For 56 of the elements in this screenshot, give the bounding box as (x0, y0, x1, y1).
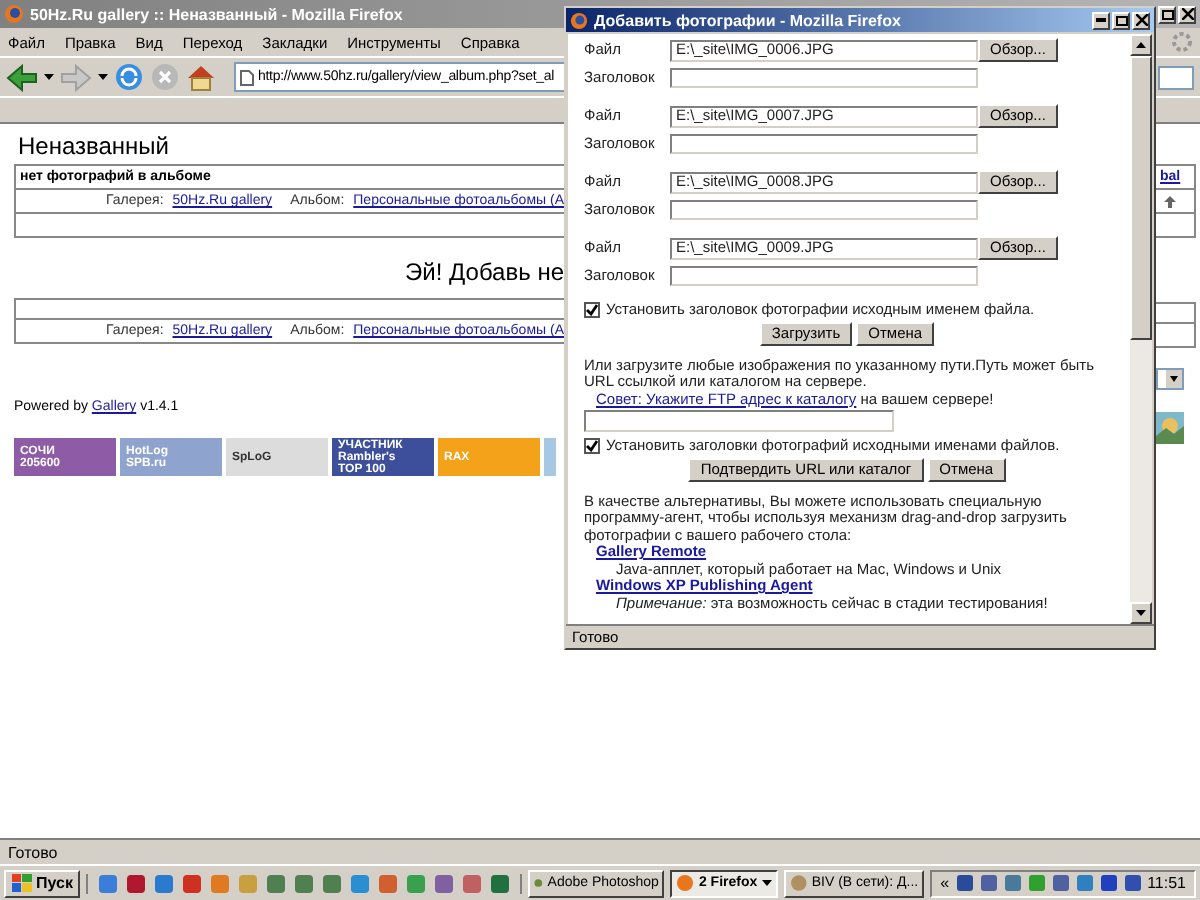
app-icon[interactable] (406, 873, 427, 893)
status-text: Готово (8, 843, 58, 861)
windows-logo-icon (12, 874, 32, 892)
app-icon[interactable] (490, 873, 511, 893)
close-button[interactable] (1178, 5, 1196, 23)
throbber-icon (1172, 32, 1192, 52)
back-icon[interactable] (6, 63, 38, 91)
app-icon[interactable] (126, 873, 147, 893)
browser-icon (570, 11, 588, 29)
app-icon (676, 874, 695, 892)
page-icon (240, 69, 254, 85)
caption-field[interactable] (670, 200, 978, 220)
app-icon[interactable] (154, 873, 175, 893)
checkbox[interactable] (584, 438, 600, 455)
app-icon[interactable] (294, 873, 315, 893)
caption-field[interactable] (670, 68, 978, 88)
url-field[interactable] (584, 410, 894, 432)
app-icon[interactable] (182, 873, 203, 893)
clock: 11:51 (1147, 874, 1186, 892)
minimize-icon (1096, 18, 1106, 22)
app-icon[interactable] (322, 873, 343, 893)
browser-icon (4, 4, 24, 24)
scrollbar[interactable] (1130, 34, 1152, 624)
caret-icon (1136, 610, 1146, 616)
close-button[interactable] (1132, 11, 1150, 29)
app-icon (534, 874, 544, 892)
search-field[interactable] (1158, 65, 1194, 89)
expand-tray-button[interactable]: « (940, 874, 950, 892)
minimize-button[interactable] (1092, 11, 1110, 29)
caption-field[interactable] (670, 266, 978, 286)
checkbox[interactable] (584, 302, 600, 319)
caption-field[interactable] (670, 134, 978, 154)
app-icon[interactable] (462, 873, 483, 893)
select-field[interactable] (1156, 368, 1184, 390)
up-arrow-icon (1164, 195, 1176, 207)
app-icon[interactable] (98, 873, 119, 893)
album-title: Неназванный (18, 132, 172, 160)
window-title: 50Hz.Ru gallery :: Неназванный - Mozilla Firefox (30, 5, 403, 23)
reload-icon[interactable] (114, 62, 144, 92)
maximize-button[interactable] (1158, 5, 1176, 23)
scroll-up-icon[interactable] (1136, 42, 1146, 48)
app-icon[interactable] (378, 873, 399, 893)
app-icon[interactable] (210, 873, 231, 893)
start-button[interactable]: Пуск (4, 869, 81, 897)
stop-icon[interactable] (150, 62, 180, 92)
maximize-button[interactable] (1112, 11, 1130, 29)
window-title: Добавить фотографии - Mozilla Firefox (594, 11, 901, 29)
home-icon[interactable] (186, 62, 216, 92)
empty-message: Эй! Добавь не (403, 258, 564, 286)
caret-icon (1166, 370, 1182, 388)
caret-icon (98, 74, 108, 80)
caret-icon (44, 74, 54, 80)
app-icon[interactable] (266, 873, 287, 893)
app-icon[interactable] (350, 873, 371, 893)
app-icon[interactable] (434, 873, 455, 893)
app-icon (790, 874, 808, 892)
